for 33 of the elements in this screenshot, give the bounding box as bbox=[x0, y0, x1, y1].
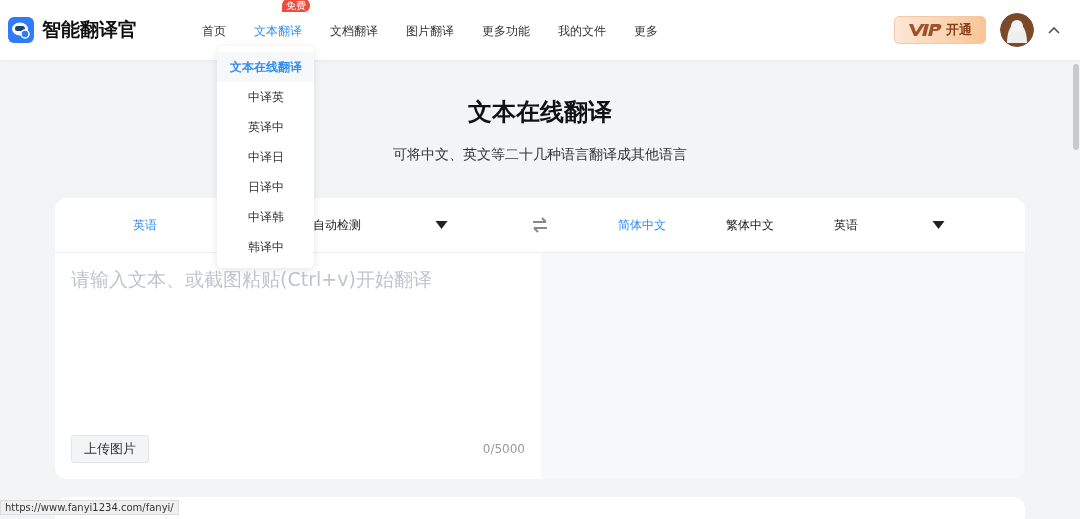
chat-bubble-logo-icon bbox=[8, 17, 34, 43]
swap-icon[interactable] bbox=[531, 217, 549, 233]
menu-item[interactable]: 中译日 bbox=[217, 142, 314, 172]
nav-link[interactable]: 更多功能 bbox=[482, 24, 530, 38]
language-tab[interactable]: 英语 bbox=[834, 216, 858, 234]
language-tab[interactable]: 自动检测 bbox=[313, 216, 361, 234]
nav-link[interactable]: 首页 bbox=[202, 24, 226, 38]
language-tab[interactable]: 英语 bbox=[133, 216, 157, 234]
scrollbar-thumb[interactable] bbox=[1073, 64, 1079, 150]
language-tab[interactable]: 繁体中文 bbox=[726, 216, 774, 234]
menu-item[interactable]: 日译中 bbox=[217, 172, 314, 202]
nav-link[interactable]: 更多 bbox=[634, 24, 658, 38]
nav-link[interactable]: 文档翻译 bbox=[330, 24, 378, 38]
nav-link[interactable]: 我的文件 bbox=[558, 24, 606, 38]
nav-link[interactable]: 图片翻译 bbox=[406, 24, 454, 38]
menu-item[interactable]: 英译中 bbox=[217, 112, 314, 142]
page-title: 文本在线翻译 bbox=[468, 97, 612, 128]
character-count: 0/5000 bbox=[482, 442, 525, 456]
status-url: https://www.fanyi1234.com/fanyi/ bbox=[0, 500, 179, 515]
caret-down-icon[interactable] bbox=[932, 221, 945, 229]
menu-item[interactable]: 中译英 bbox=[217, 82, 314, 112]
vip-icon bbox=[908, 23, 942, 37]
upload-image-button[interactable]: 上传图片 bbox=[71, 435, 149, 463]
menu-item[interactable]: 中译韩 bbox=[217, 202, 314, 232]
avatar-icon[interactable] bbox=[1000, 13, 1034, 47]
language-tab[interactable]: 简体中文 bbox=[618, 216, 666, 234]
page-subtitle: 可将中文、英文等二十几种语言翻译成其他语言 bbox=[393, 146, 687, 164]
vip-button[interactable]: 开通 bbox=[894, 16, 986, 44]
caret-down-icon[interactable] bbox=[435, 221, 448, 229]
free-badge: 免费 bbox=[282, 0, 310, 12]
brand-name: 智能翻译官 bbox=[42, 17, 137, 42]
nav-link[interactable]: 文本翻译 bbox=[254, 24, 302, 38]
chevron-up-icon[interactable] bbox=[1048, 26, 1060, 34]
